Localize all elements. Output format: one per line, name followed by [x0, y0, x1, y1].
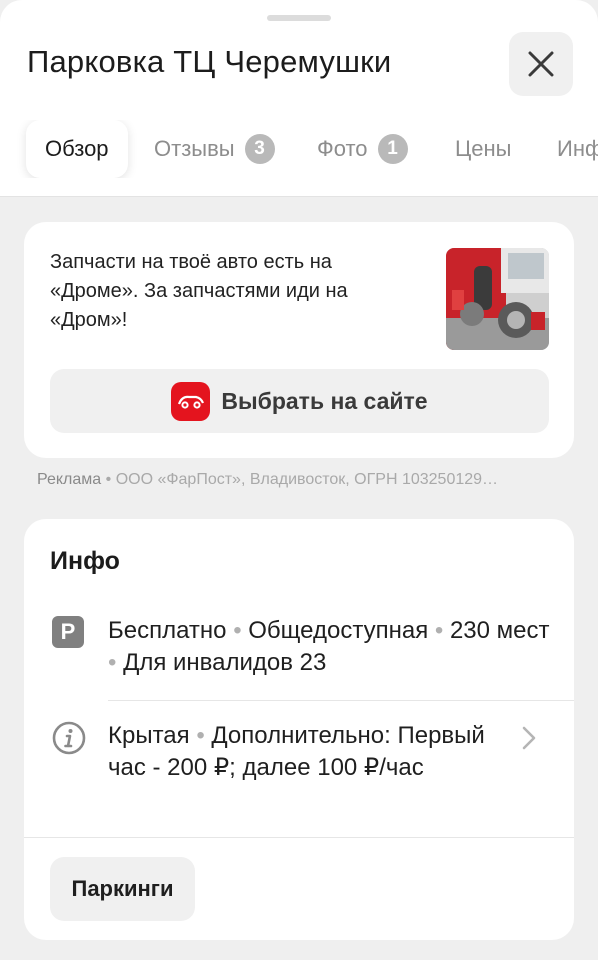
info-title: Инфо — [50, 547, 120, 575]
drom-logo-icon — [171, 381, 211, 421]
ad-legal-text: ООО «ФарПост», Владивосток, ОГРН 1032501… — [115, 471, 499, 488]
separator-dot: • — [108, 649, 117, 676]
chevron-right-icon[interactable] — [521, 725, 537, 756]
choose-on-site-button[interactable]: Выбрать на сайте — [50, 369, 549, 433]
tab-label: Цены — [455, 136, 512, 161]
tab-info[interactable]: Инфо — [557, 120, 598, 178]
ad-disclaimer: Реклама • ООО «ФарПост», Владивосток, ОГ… — [37, 471, 577, 489]
parking-icon: P — [52, 616, 84, 648]
page-title: Парковка ТЦ Черемушки — [27, 44, 392, 79]
parking-details: Бесплатно • Общедоступная • 230 мест • Д… — [108, 615, 558, 679]
parking-type-text: Крытая — [108, 722, 190, 749]
ad-image — [446, 248, 549, 350]
parkings-button[interactable]: Паркинги — [50, 857, 195, 921]
ad-label: Реклама — [37, 471, 102, 488]
info-card: Инфо P Бесплатно • Общедоступная • 230 м… — [24, 519, 574, 940]
reviews-count-badge: 3 — [244, 134, 275, 164]
ad-card[interactable]: Запчасти на твоё авто есть на «Дроме». З… — [24, 222, 574, 458]
tab-photos[interactable]: Фото 1 — [317, 120, 408, 178]
sheet-grabber[interactable] — [267, 15, 331, 21]
tab-overview[interactable]: Обзор — [26, 120, 128, 178]
info-icon — [52, 721, 86, 755]
disabled-spaces-text: Для инвалидов 23 — [123, 649, 327, 676]
sheet-header: Парковка ТЦ Черемушки Обзор Отзывы 3 Фот… — [0, 0, 598, 197]
tab-label: Отзывы — [154, 136, 235, 161]
tab-label: Фото — [317, 136, 368, 161]
close-button[interactable] — [509, 32, 573, 96]
parking-extra-info[interactable]: Крытая • Дополнительно: Первый час - 200… — [108, 720, 528, 784]
access-text: Общедоступная — [248, 617, 429, 644]
ad-text: Запчасти на твоё авто есть на «Дроме». З… — [50, 251, 348, 331]
separator-dot: • — [434, 617, 444, 644]
separator-dot: • — [196, 722, 205, 749]
divider — [108, 700, 574, 701]
tab-reviews[interactable]: Отзывы 3 — [154, 120, 275, 178]
tab-label: Обзор — [45, 136, 109, 161]
close-icon — [528, 51, 554, 77]
tab-prices[interactable]: Цены — [455, 120, 511, 178]
tab-label: Инфо — [557, 136, 598, 161]
divider — [24, 837, 574, 838]
separator-dot: • — [233, 617, 242, 644]
price-text: Бесплатно — [108, 617, 227, 644]
separator-dot: • — [105, 471, 116, 488]
tab-bar: Обзор Отзывы 3 Фото 1 Цены Инфо — [0, 120, 598, 178]
spaces-text: 230 мест — [449, 617, 550, 644]
choose-on-site-label: Выбрать на сайте — [221, 387, 428, 414]
photos-count-badge: 1 — [377, 134, 408, 164]
